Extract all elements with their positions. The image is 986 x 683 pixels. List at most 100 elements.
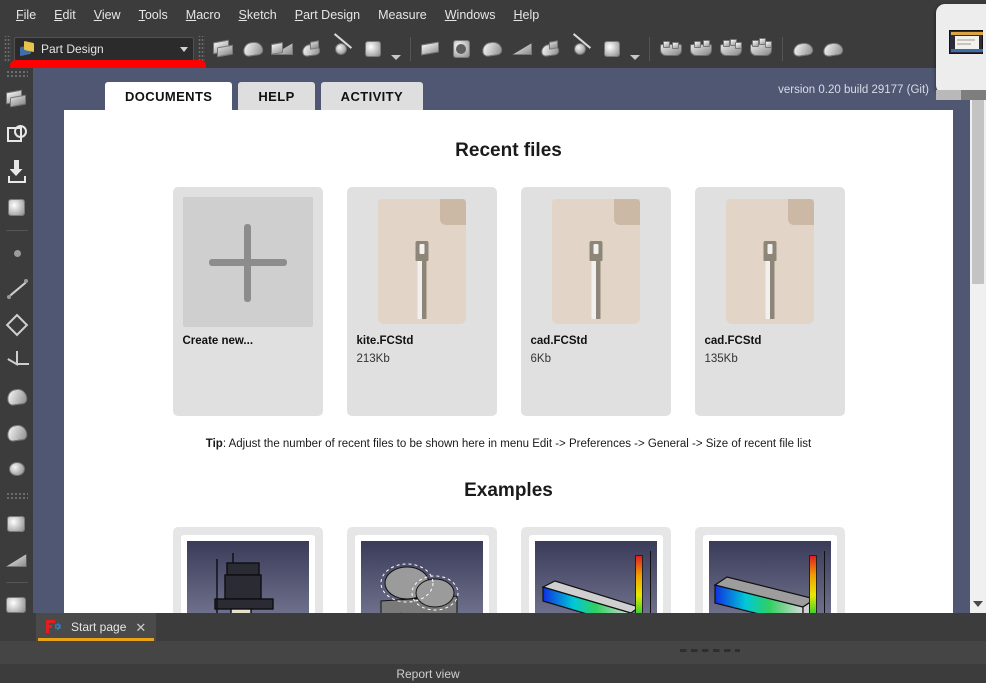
additive-box-icon[interactable] — [358, 34, 388, 64]
pad-alt-icon-left[interactable] — [2, 415, 32, 451]
examples-cards — [64, 527, 953, 613]
pocket-icon-left[interactable] — [2, 506, 32, 542]
menu-sketch[interactable]: Sketch — [231, 4, 285, 27]
example-fem-beam-thumbnail — [528, 535, 663, 613]
fem-color-scale — [808, 555, 817, 613]
menu-help[interactable]: Help — [505, 4, 547, 27]
tab-activity[interactable]: ACTIVITY — [320, 82, 424, 110]
revolution-icon[interactable] — [328, 33, 358, 64]
create-polyline-icon[interactable] — [2, 307, 32, 343]
plus-icon — [182, 197, 313, 327]
create-new-card[interactable]: Create new... — [172, 187, 323, 416]
example-crane-thumbnail — [180, 535, 315, 613]
linear-pattern-icon[interactable] — [819, 34, 849, 64]
attach-sketch-icon[interactable] — [2, 154, 32, 190]
menu-file[interactable]: File — [8, 4, 44, 27]
document-tab-start-page[interactable]: Start page ✕ — [36, 613, 157, 641]
tip-prefix: Tip — [205, 438, 223, 450]
popup-footer — [936, 90, 986, 100]
recent-file-card[interactable]: cad.FCStd 6Kb — [520, 187, 671, 416]
toolbar-overflow-1[interactable] — [388, 34, 404, 64]
recent-file-name: cad.FCStd — [530, 335, 588, 347]
body-icon[interactable] — [208, 34, 238, 64]
workbench-icon — [20, 40, 35, 57]
fillet-icon[interactable] — [656, 34, 686, 64]
freecad-window: File Edit View Tools Macro Sketch Part D… — [0, 0, 986, 683]
pad-icon[interactable] — [268, 34, 298, 64]
subtractive-pad-icon[interactable] — [507, 34, 537, 64]
start-page-view: DOCUMENTS HELP ACTIVITY version 0.20 bui… — [33, 68, 986, 613]
fcstd-file-icon — [705, 197, 835, 327]
recent-files-title: Recent files — [455, 140, 562, 161]
start-page-content: Recent files Create new... kite.FCStd 21… — [64, 110, 953, 613]
recent-file-card[interactable]: kite.FCStd 213Kb — [346, 187, 497, 416]
chamfer-icon[interactable] — [686, 34, 716, 64]
toolbar-grip[interactable] — [4, 36, 11, 62]
subtractive-revolution-icon[interactable] — [567, 33, 597, 64]
workbench-selector[interactable]: Part Design — [14, 37, 194, 61]
subtractive-loft-icon[interactable] — [477, 34, 507, 64]
create-datum-icon[interactable] — [2, 343, 32, 379]
groove-icon-left[interactable] — [2, 587, 32, 613]
pocket-icon[interactable] — [298, 34, 328, 64]
chevron-down-icon — [180, 46, 188, 52]
scrollbar-thumb[interactable] — [972, 78, 984, 284]
validate-sketch-icon[interactable] — [2, 190, 32, 226]
workbench-selected-label: Part Design — [41, 42, 104, 56]
hole-icon-left[interactable] — [2, 542, 32, 578]
create-point-icon[interactable] — [2, 235, 32, 271]
create-line-icon[interactable] — [2, 271, 32, 307]
revolution-icon-left[interactable] — [2, 451, 32, 487]
example-card[interactable] — [694, 527, 845, 613]
menu-part-design[interactable]: Part Design — [287, 4, 368, 27]
fcstd-file-icon — [531, 197, 661, 327]
example-card[interactable] — [172, 527, 323, 613]
thickness-icon[interactable] — [746, 34, 776, 64]
tip-text: : Adjust the number of recent files to b… — [222, 438, 812, 450]
tab-help[interactable]: HELP — [238, 82, 315, 110]
resize-handle[interactable] — [680, 649, 740, 652]
menu-edit[interactable]: Edit — [46, 4, 84, 27]
tab-documents[interactable]: DOCUMENTS — [105, 82, 233, 110]
draft-icon[interactable] — [716, 34, 746, 64]
mirrored-icon[interactable] — [789, 34, 819, 64]
menu-view[interactable]: View — [86, 4, 129, 27]
toolbar-overflow-2[interactable] — [627, 34, 643, 64]
recent-file-card[interactable]: cad.FCStd 135Kb — [694, 187, 845, 416]
example-engine-thumbnail — [354, 535, 489, 613]
recent-file-size: 135Kb — [704, 353, 738, 365]
create-new-label: Create new... — [182, 335, 254, 347]
toolbar-grip-2[interactable] — [198, 36, 205, 62]
recent-file-name: kite.FCStd — [356, 335, 414, 347]
start-page-scrollbar[interactable] — [970, 68, 986, 613]
create-sketch-icon[interactable] — [2, 118, 32, 154]
left-toolbar-grip[interactable] — [5, 70, 28, 79]
left-toolbar — [0, 68, 33, 613]
toolbar-separator-2 — [649, 37, 650, 61]
chevron-down-icon[interactable] — [973, 601, 983, 607]
menu-bar: File Edit View Tools Macro Sketch Part D… — [0, 0, 986, 30]
subtractive-pocket-icon[interactable] — [537, 34, 567, 64]
screenshot-popup-panel[interactable] — [936, 4, 986, 94]
menu-macro[interactable]: Macro — [178, 4, 229, 27]
version-info: version 0.20 build 29177 (Git) — [778, 82, 954, 97]
create-body-icon[interactable] — [2, 82, 32, 118]
menu-tools[interactable]: Tools — [131, 4, 176, 27]
pad-icon-left[interactable] — [2, 379, 32, 415]
close-icon[interactable]: ✕ — [135, 621, 146, 634]
example-card[interactable] — [520, 527, 671, 613]
loft-icon[interactable] — [238, 34, 268, 64]
menu-measure[interactable]: Measure — [370, 4, 435, 27]
left-toolbar-grip-2[interactable] — [5, 492, 28, 501]
toolbar-separator-1 — [410, 37, 411, 61]
fem-color-scale — [634, 555, 643, 613]
additive-box-2-icon[interactable] — [417, 34, 447, 64]
toolbar-separator-3 — [782, 37, 783, 61]
screenshot-thumbnail-icon[interactable] — [949, 30, 983, 54]
additive-cylinder-icon[interactable] — [447, 34, 477, 64]
status-bar: Report view — [0, 664, 986, 683]
freecad-logo-icon — [46, 620, 62, 634]
example-card[interactable] — [346, 527, 497, 613]
subtractive-box-icon[interactable] — [597, 34, 627, 64]
menu-windows[interactable]: Windows — [437, 4, 504, 27]
